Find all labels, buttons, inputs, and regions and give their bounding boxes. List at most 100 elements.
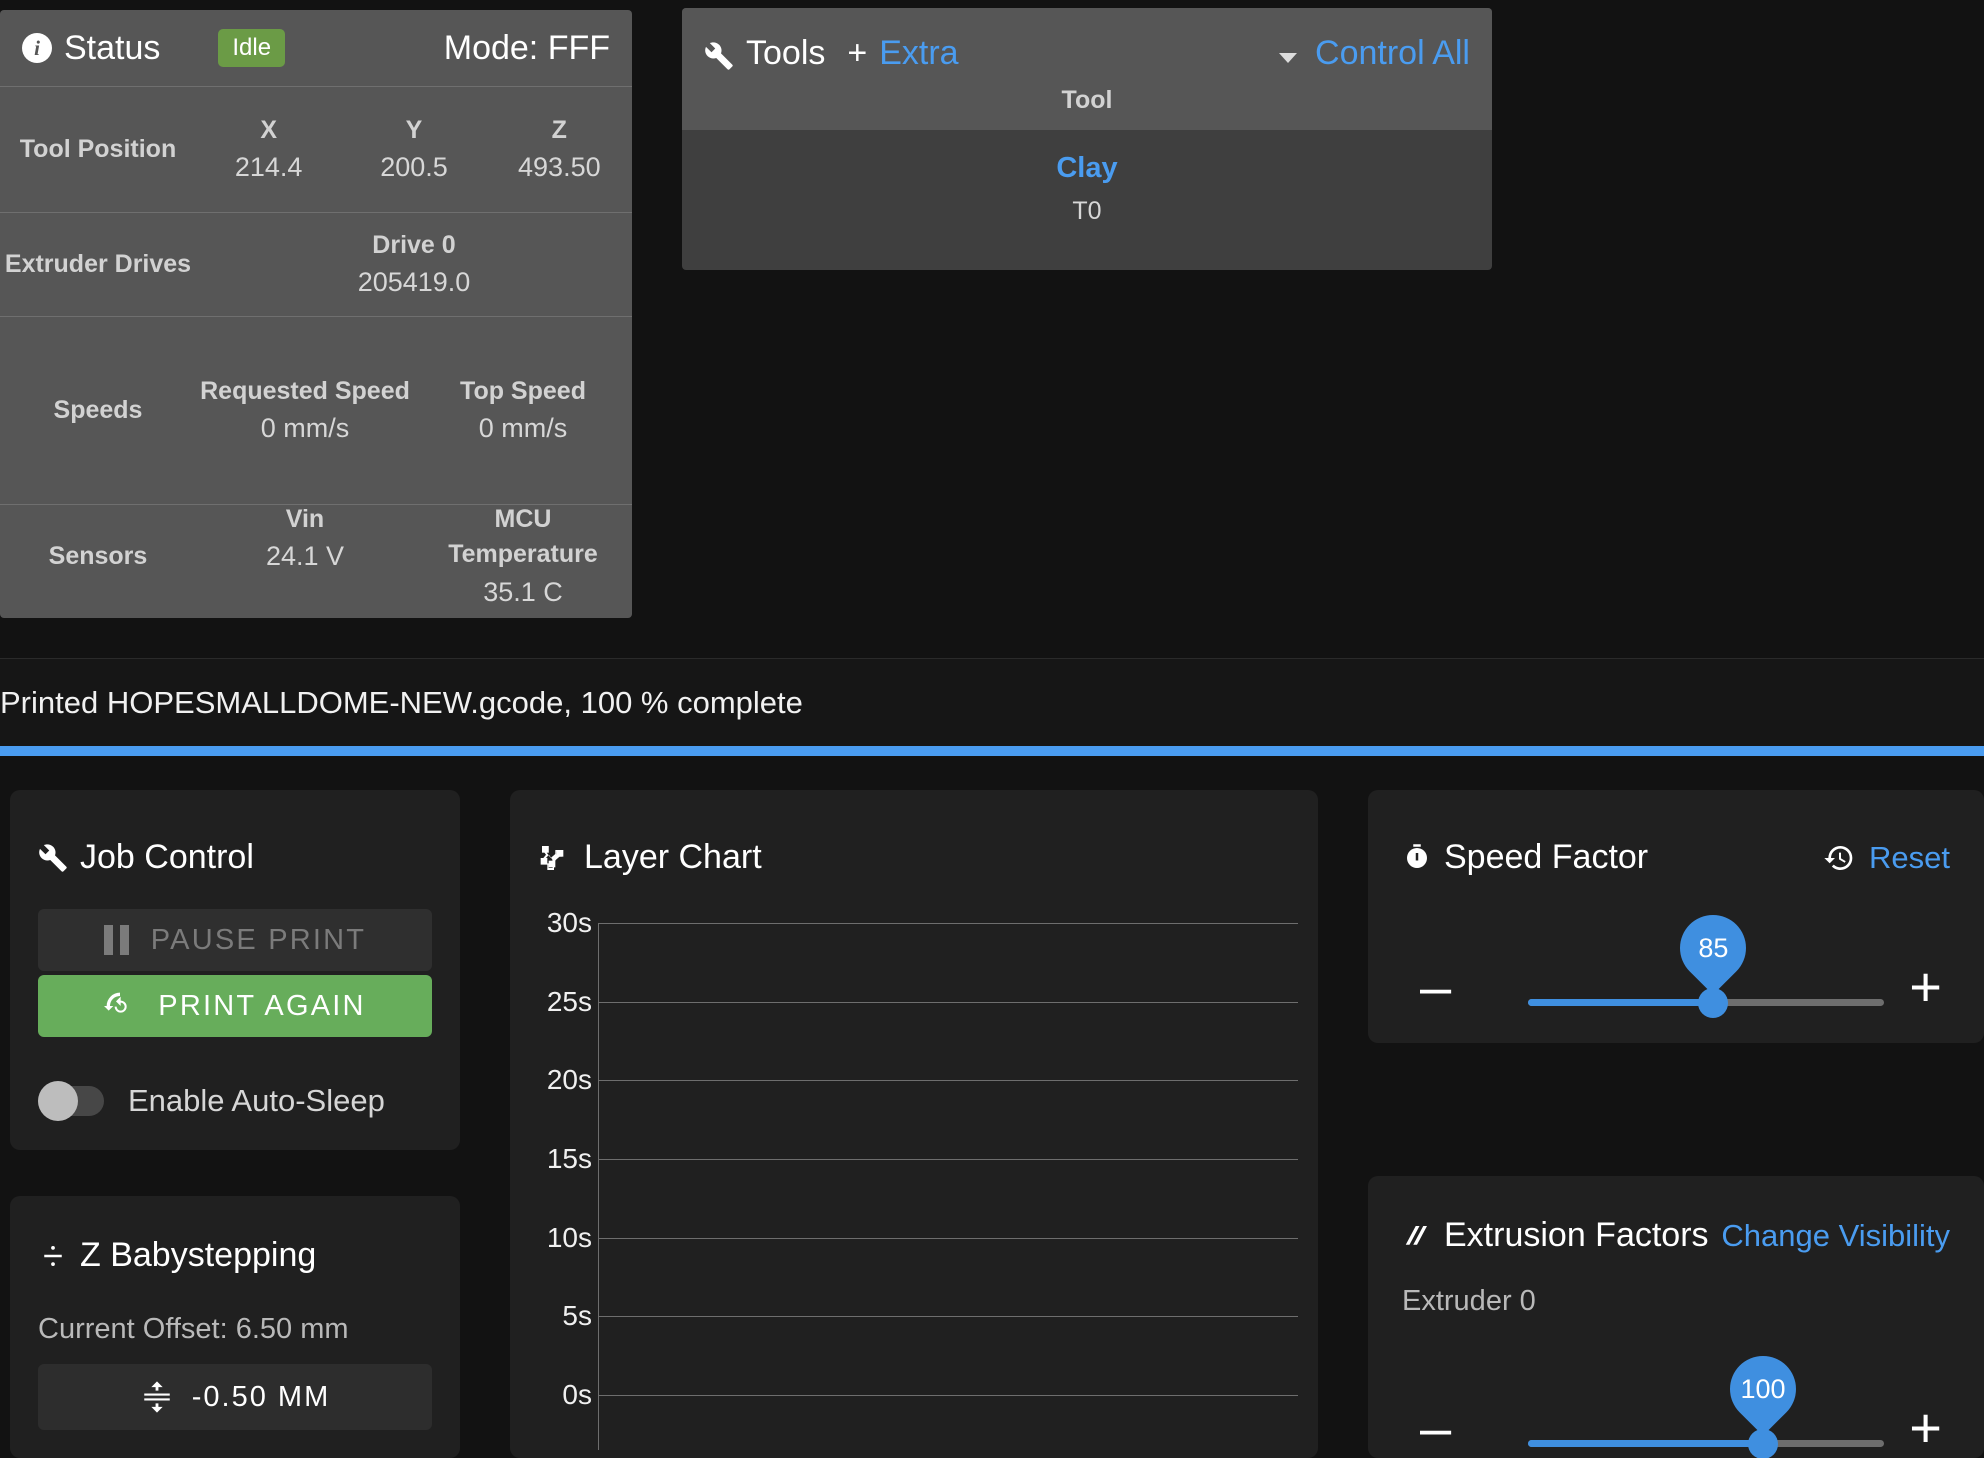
cell-key: MCU Temperature <box>448 504 598 569</box>
cell-value: 0 mm/s <box>478 413 568 444</box>
y-axis-tick-label: 20s <box>546 1064 592 1096</box>
extrusion-value: 100 <box>1740 1373 1786 1404</box>
status-row-speeds: Speeds Requested Speed 0 mm/s Top Speed … <box>0 316 632 504</box>
grid-line <box>598 1159 1298 1160</box>
grid-line <box>598 1316 1298 1318</box>
y-axis-tick-label: 15s <box>546 1143 592 1174</box>
extrusion-slider-track[interactable]: 100 <box>1528 1342 1884 1458</box>
change-visibility-link[interactable]: Change Visibility <box>1721 1218 1950 1254</box>
z-babystepping-card: Z Babystepping Current Offset: 6.50 mm -… <box>10 1196 460 1458</box>
tools-panel: Tools + Extra Control All Tool Clay T0 <box>682 8 1492 270</box>
cell-value: 214.4 <box>234 152 303 183</box>
layer-chart-plot[interactable]: 0s 5s 10s 15s 20s 25s 30s <box>510 907 1318 1450</box>
cell-value: 24.1 V <box>265 541 345 572</box>
print-status-text: Printed HOPESMALLDOME-NEW.gcode, 100 % c… <box>0 684 803 720</box>
slider-value-pin: 85 <box>1666 901 1760 995</box>
chevron-down-icon[interactable] <box>1279 53 1298 63</box>
z-decrease-label: -0.50 MM <box>191 1380 331 1413</box>
job-control-card: Job Control PAUSE PRINT PRINT AGAIN Enab… <box>10 790 460 1150</box>
status-cell: Vin 24.1 V <box>196 488 414 618</box>
cell-key: X <box>260 115 277 144</box>
replay-icon <box>104 990 136 1022</box>
tool-name-link[interactable]: Clay <box>682 152 1492 185</box>
tool-identifier: T0 <box>1072 197 1102 225</box>
auto-sleep-row[interactable]: Enable Auto-Sleep <box>38 1081 460 1121</box>
grid-line <box>598 1080 1298 1082</box>
mode-label: Mode: FFF <box>443 28 610 67</box>
auto-sleep-label: Enable Auto-Sleep <box>128 1083 385 1118</box>
add-tool-plus-icon[interactable]: + <box>847 34 867 73</box>
print-status-bar: Printed HOPESMALLDOME-NEW.gcode, 100 % c… <box>0 658 1984 746</box>
status-row-tool-position: Tool Position X 214.4 Y 200.5 Z 493.50 <box>0 86 632 212</box>
print-again-button[interactable]: PRINT AGAIN <box>38 975 432 1037</box>
print-again-label: PRINT AGAIN <box>158 989 366 1022</box>
extrusion-factors-card: Extrusion Factors Change Visibility Extr… <box>1368 1176 1984 1458</box>
status-cell: Drive 0 205419.0 <box>196 214 632 316</box>
arrow-collapse-vertical-icon <box>140 1380 174 1414</box>
extrusion-factors-title: Extrusion Factors <box>1444 1216 1709 1254</box>
hatch-icon <box>1405 1225 1427 1245</box>
toggle-knob <box>38 1081 78 1121</box>
status-panel: i Status Idle Mode: FFF Tool Position X … <box>0 10 632 618</box>
auto-sleep-toggle[interactable] <box>38 1081 104 1121</box>
status-header: i Status Idle Mode: FFF <box>0 10 632 86</box>
speed-factor-value: 85 <box>1698 932 1729 963</box>
pause-print-button[interactable]: PAUSE PRINT <box>38 909 432 971</box>
slider-fill <box>1528 1440 1763 1447</box>
row-label: Sensors <box>48 541 148 570</box>
control-all-link[interactable]: Control All <box>1315 34 1470 73</box>
tools-panel-title: Tools <box>746 34 826 72</box>
speed-factor-slider-track[interactable]: 85 <box>1528 901 1884 1018</box>
status-cell: Requested Speed 0 mm/s <box>196 360 414 462</box>
cell-key: Top Speed <box>460 376 586 405</box>
layer-chart-header: Layer Chart <box>510 790 1318 877</box>
row-label: Tool Position <box>19 134 177 163</box>
control-all-group[interactable]: Control All <box>1279 34 1470 73</box>
cell-key: Requested Speed <box>200 376 410 405</box>
print-progress-bar <box>0 746 1984 756</box>
y-axis-tick-label: 25s <box>546 985 592 1017</box>
cell-key: Drive 0 <box>372 230 456 259</box>
wrench-icon <box>705 42 733 70</box>
grid-line <box>598 1001 1298 1003</box>
pause-print-label: PAUSE PRINT <box>150 923 367 956</box>
tools-header: Tools + Extra Control All Tool <box>682 8 1492 130</box>
y-axis-tick-label: 5s <box>562 1300 592 1332</box>
cell-key: Z <box>551 115 567 144</box>
status-cell: X 214.4 <box>196 99 341 201</box>
speed-factor-decrease-button[interactable]: – <box>1420 959 1451 1015</box>
current-offset-label: Current Offset: 6.50 mm <box>38 1313 349 1345</box>
z-decrease-button[interactable]: -0.50 MM <box>38 1364 432 1430</box>
slider-value-pin: 100 <box>1716 1342 1810 1436</box>
status-cell: Top Speed 0 mm/s <box>414 360 632 462</box>
job-control-header: Job Control <box>10 790 460 877</box>
cell-value: 205419.0 <box>357 267 471 298</box>
restore-icon[interactable] <box>1823 842 1855 874</box>
cell-key: Vin <box>285 504 325 533</box>
extrusion-increase-button[interactable]: + <box>1909 1400 1942 1456</box>
grid-line <box>598 1395 1298 1396</box>
grid-line <box>598 1237 1298 1239</box>
status-row-extruder-drives: Extruder Drives Drive 0 205419.0 <box>0 212 632 316</box>
grid-line <box>598 923 1298 924</box>
extrusion-factors-header: Extrusion Factors Change Visibility <box>1368 1176 1984 1255</box>
y-axis-tick-label: 0s <box>562 1379 592 1410</box>
info-icon: i <box>22 33 52 63</box>
speed-factor-header: Speed Factor Reset <box>1368 790 1984 877</box>
status-panel-title: Status <box>64 28 161 67</box>
cell-value: 0 mm/s <box>260 413 350 444</box>
wrench-icon <box>39 843 67 872</box>
z-babystepping-header: Z Babystepping <box>10 1196 460 1275</box>
y-axis-tick-label: 30s <box>546 907 592 938</box>
extrusion-decrease-button[interactable]: – <box>1420 1400 1451 1456</box>
reset-speed-factor-group[interactable]: Reset <box>1823 840 1950 876</box>
tools-table-row: Clay T0 <box>682 130 1492 226</box>
speed-factor-slider-block: – + 85 <box>1368 887 1984 1037</box>
extruder-label: Extruder 0 <box>1402 1285 1536 1317</box>
speed-factor-title: Speed Factor <box>1444 838 1649 876</box>
slider-fill <box>1528 999 1714 1006</box>
reset-link[interactable]: Reset <box>1869 840 1950 876</box>
speed-factor-increase-button[interactable]: + <box>1909 959 1942 1015</box>
extra-link[interactable]: Extra <box>879 34 958 73</box>
row-label: Extruder Drives <box>4 249 192 278</box>
